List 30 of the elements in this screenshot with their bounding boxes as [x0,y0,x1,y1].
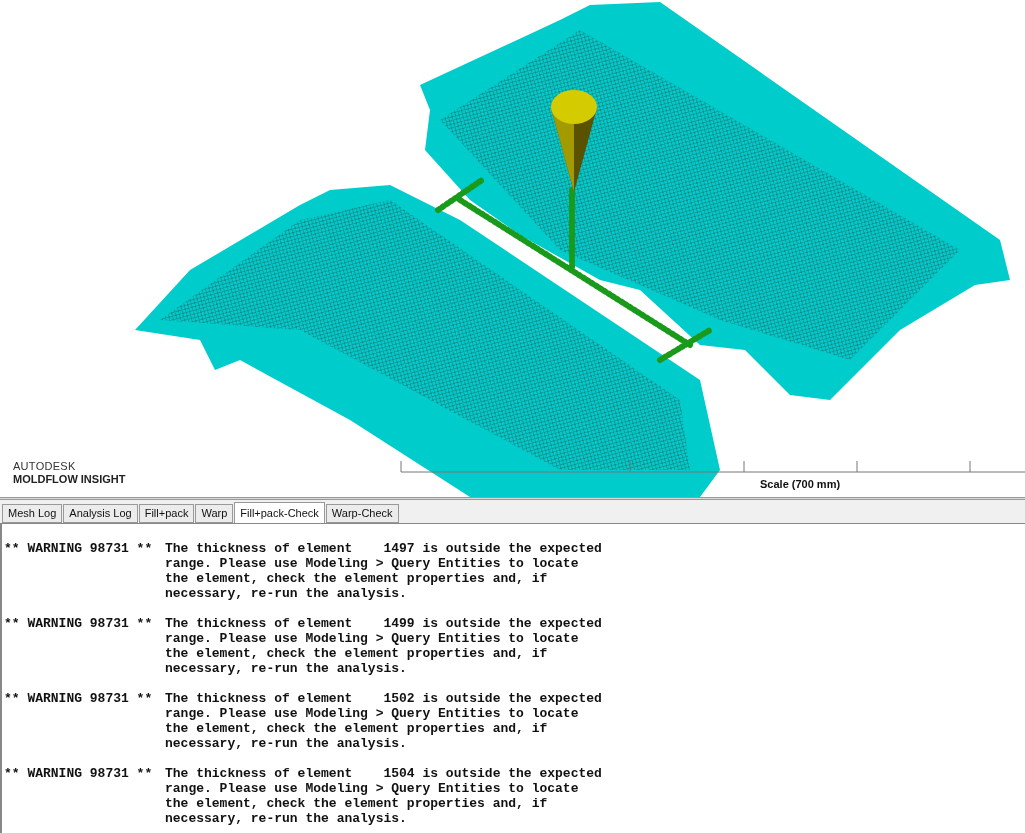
log-line: range. Please use Modeling > Query Entities to locate [165,706,580,721]
log-line: The thickness of element 1504 is outside the expected [165,766,602,781]
warning-code: ** WARNING 98731 ** [4,616,154,633]
brand-logo-text: AUTODESK [13,460,77,473]
log-line: range. Please use Modeling > Query Entities to locate [165,781,580,796]
log-line: range. Please use Modeling > Query Entities to locate [165,556,580,571]
log-tab[interactable]: Mesh Log [2,504,63,523]
log-line: necessary, re-run the analysis. [165,736,408,751]
log-line: necessary, re-run the analysis. [165,661,408,676]
log-line: necessary, re-run the analysis. [165,811,408,826]
log-line: the element, check the element properties and, if [165,796,549,811]
log-line: the element, check the element properties and, if [165,721,549,736]
log-tab[interactable]: Fill+pack-Check [234,502,325,523]
log-line: the element, check the element properties and, if [165,646,549,661]
log-line: The thickness of element 1497 is outside the expected [165,541,602,556]
warning-code: ** WARNING 98731 ** [4,691,154,708]
warning-code: ** WARNING 98731 ** [4,541,154,558]
log-tab[interactable]: Warp-Check [325,504,399,523]
log-line: range. Please use Modeling > Query Entities to locate [165,631,580,646]
warning-code: ** WARNING 98731 ** [4,766,154,783]
scale-label: Scale (700 mm) [760,477,841,492]
log-tab[interactable]: Fill+pack [138,504,195,523]
log-tab[interactable]: Warp [195,504,234,523]
log-tab[interactable]: Analysis Log [63,504,138,523]
log-line: the element, check the element properties and, if [165,571,549,586]
log-line: The thickness of element 1499 is outside the expected [165,616,602,631]
product-logo-text: MOLDFLOW INSIGHT [13,473,126,486]
log-line: The thickness of element 1502 is outside the expected [165,691,602,706]
log-line: necessary, re-run the analysis. [165,586,408,601]
scale-bar-icon [400,460,1025,474]
